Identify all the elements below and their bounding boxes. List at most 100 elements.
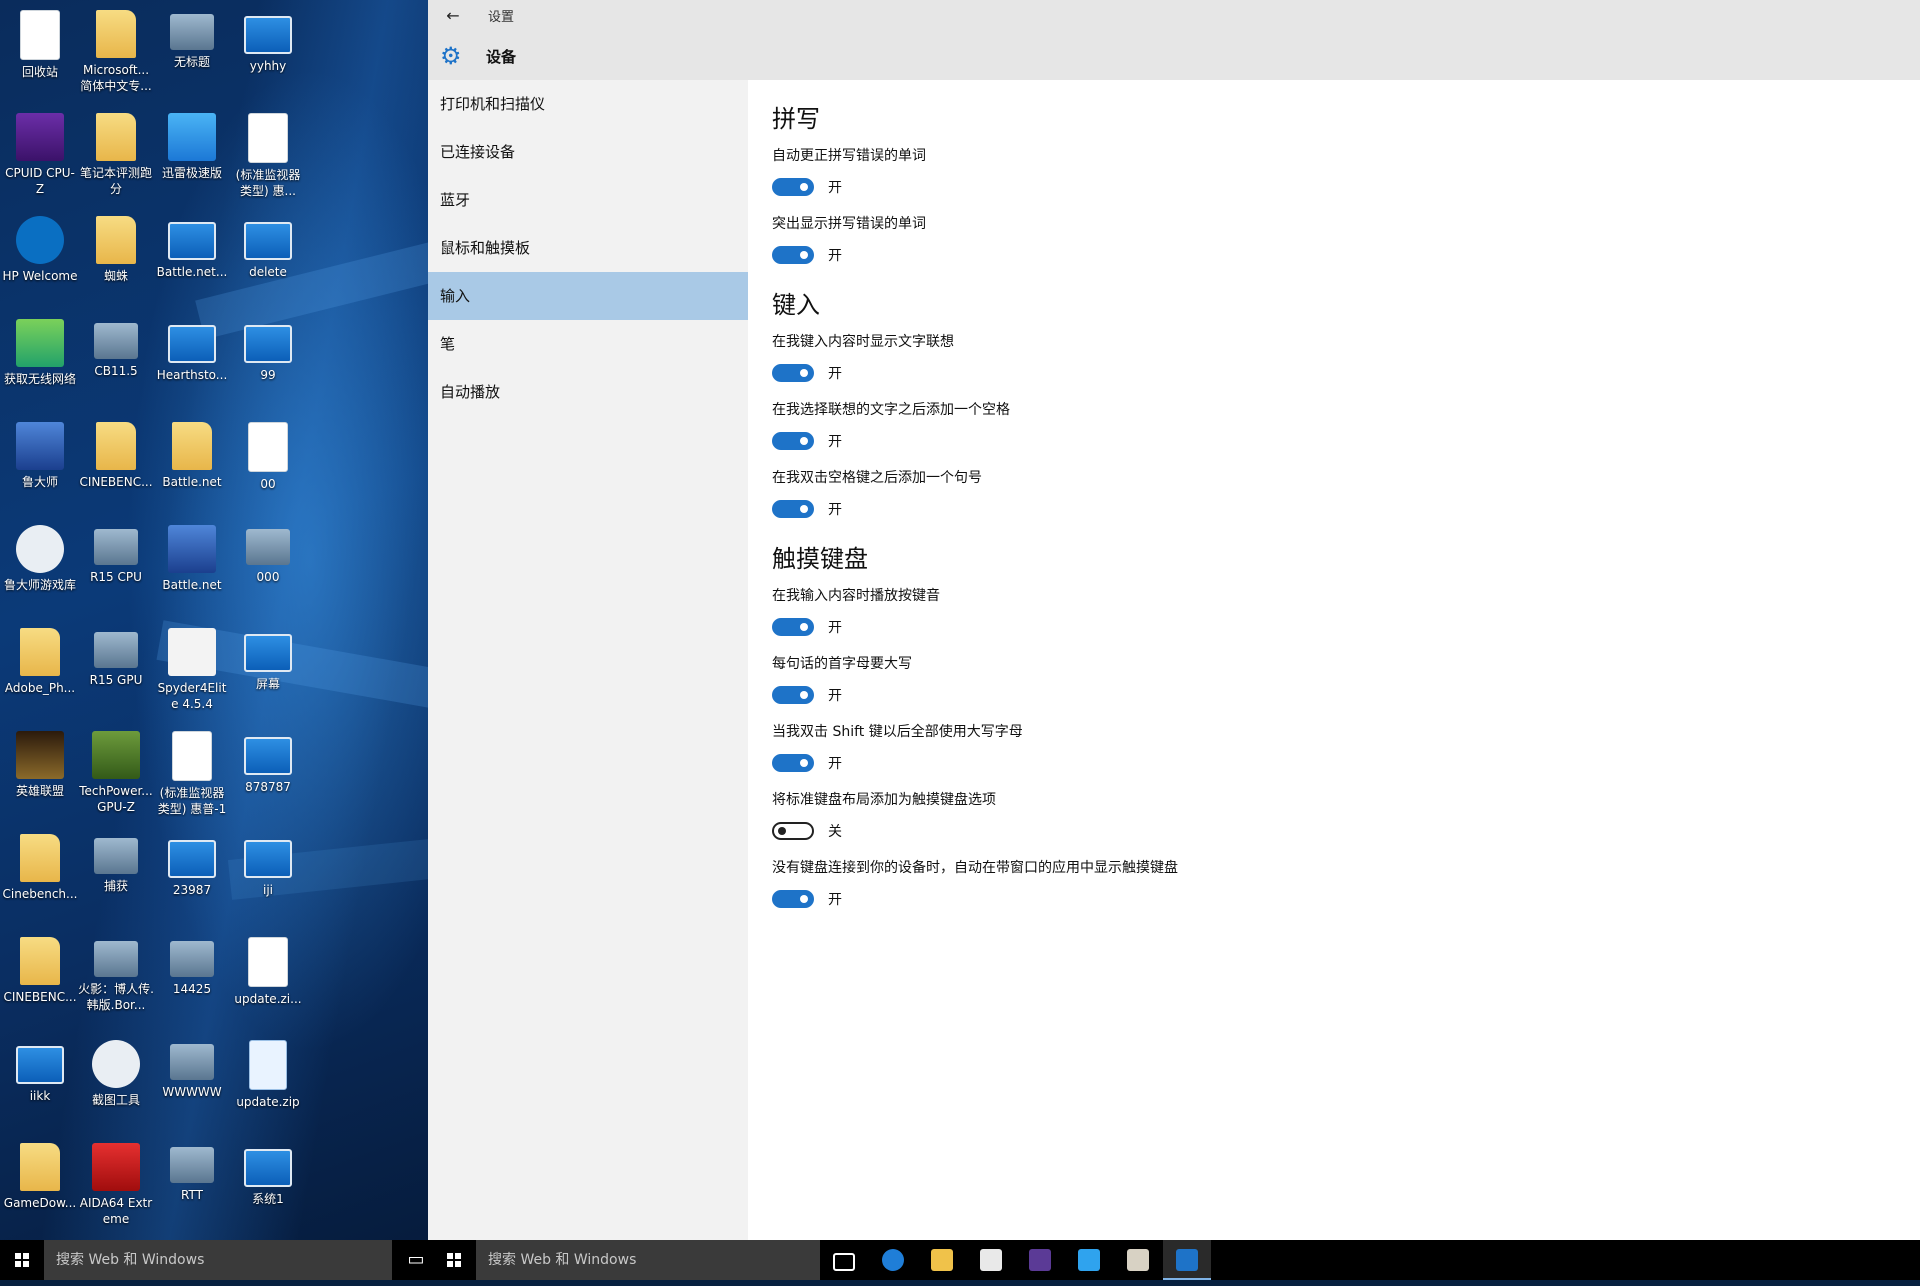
desktop-icon[interactable]: HP Welcome — [2, 210, 78, 284]
desktop-icon[interactable]: 迅雷极速版 — [154, 107, 230, 181]
sidebar-item[interactable]: 打印机和扫描仪 — [428, 80, 748, 128]
store-icon[interactable] — [967, 1240, 1015, 1280]
desktop-icon[interactable]: update.zip — [230, 1034, 306, 1110]
desktop-icon[interactable]: (标准监视器类型) 惠普-1 — [154, 725, 230, 817]
desktop-icon[interactable]: CINEBENC... — [78, 416, 154, 490]
xunlei-icon[interactable] — [1065, 1240, 1113, 1280]
desktop-icon[interactable]: Cinebench... — [2, 828, 78, 902]
desktop-icon[interactable]: 878787 — [230, 725, 306, 795]
battlenet-icon — [168, 525, 216, 573]
sidebar-item[interactable]: 已连接设备 — [428, 128, 748, 176]
desktop-icon[interactable]: 笔记本评测跑分 — [78, 107, 154, 197]
cpuz-icon[interactable] — [1016, 1240, 1064, 1280]
zip-folder-icon — [20, 628, 60, 676]
desktop-icon[interactable]: 捕获 — [78, 828, 154, 894]
window-icon — [16, 1046, 64, 1084]
settings-content: 拼写 自动更正拼写错误的单词开突出显示拼写错误的单词开键入 在我键入内容时显示文字联… — [772, 80, 1892, 1240]
desktop-icon[interactable]: 屏幕 — [230, 622, 306, 692]
sidebar-item[interactable]: 自动播放 — [428, 368, 748, 416]
screenshot-icon — [94, 323, 138, 359]
desktop-icon[interactable]: 000 — [230, 519, 306, 585]
desktop-icon[interactable]: 99 — [230, 313, 306, 383]
desktop-icon[interactable]: 14425 — [154, 931, 230, 997]
desktop-icon[interactable]: Spyder4Elite 4.5.4 — [154, 622, 230, 712]
desktop-icon[interactable]: Hearthsto... — [154, 313, 230, 383]
desktop-icon[interactable]: yyhhy — [230, 4, 306, 74]
toggle-switch[interactable] — [772, 890, 814, 908]
toggle-switch[interactable] — [772, 686, 814, 704]
desktop-icon[interactable]: 鲁大师 — [2, 416, 78, 490]
start-button[interactable] — [0, 1240, 44, 1280]
toggle-switch[interactable] — [772, 432, 814, 450]
edge-icon[interactable] — [869, 1240, 917, 1280]
start-button-2[interactable] — [432, 1240, 476, 1280]
task-view-icon[interactable] — [820, 1240, 868, 1280]
desktop-icon[interactable]: 火影：博人传.韩版.Bor... — [78, 931, 154, 1013]
folder-icon — [20, 1143, 60, 1191]
desktop-icon[interactable]: 获取无线网络 — [2, 313, 78, 387]
desktop-icon[interactable]: Battle.net... — [154, 210, 230, 280]
desktop-icon[interactable]: 回收站 — [2, 4, 78, 80]
desktop-icon[interactable]: 鲁大师游戏库 — [2, 519, 78, 593]
desktop-icon[interactable]: CINEBENC... — [2, 931, 78, 1005]
toggle-switch[interactable] — [772, 822, 814, 840]
desktop-icon[interactable]: 无标题 — [154, 4, 230, 70]
desktop-icon[interactable]: 23987 — [154, 828, 230, 898]
toggle-switch[interactable] — [772, 178, 814, 196]
desktop-icon[interactable]: iikk — [2, 1034, 78, 1104]
folder-icon — [96, 216, 136, 264]
desktop-icon[interactable]: 系统1 — [230, 1137, 306, 1207]
taskbar-search-box-2[interactable]: 搜索 Web 和 Windows — [476, 1240, 820, 1280]
taskbar-search-box[interactable]: 搜索 Web 和 Windows — [44, 1240, 392, 1280]
desktop-icon[interactable]: CB11.5 — [78, 313, 154, 379]
desktop-icon[interactable]: Battle.net — [154, 519, 230, 593]
toggle-switch[interactable] — [772, 364, 814, 382]
back-arrow-icon[interactable]: ← — [438, 4, 468, 28]
desktop-icon-label: R15 GPU — [89, 673, 143, 687]
screenshot-icon — [170, 941, 214, 977]
gear-icon: ⚙ — [440, 42, 462, 70]
window-icon — [168, 222, 216, 260]
desktop-icon[interactable]: Battle.net — [154, 416, 230, 490]
desktop-icon[interactable]: (标准监视器类型) 惠... — [230, 107, 306, 199]
desktop-icon[interactable]: 蜘蛛 — [78, 210, 154, 284]
desktop-icon[interactable]: 00 — [230, 416, 306, 492]
desktop-icon-label: 火影：博人传.韩版.Bor... — [78, 982, 154, 1012]
desktop-icon[interactable]: RTT — [154, 1137, 230, 1203]
desktop-icon[interactable]: delete — [230, 210, 306, 280]
toggle-row: 开 — [772, 616, 1892, 638]
desktop-icon[interactable]: CPUID CPU-Z — [2, 107, 78, 197]
window-icon — [244, 325, 292, 363]
toggle-state-label: 关 — [828, 824, 842, 840]
toggle-switch[interactable] — [772, 500, 814, 518]
desktop-icon[interactable]: 英雄联盟 — [2, 725, 78, 799]
temp-file-icon — [249, 1040, 287, 1090]
sidebar-item[interactable]: 输入 — [428, 272, 748, 320]
toggle-switch[interactable] — [772, 618, 814, 636]
sidebar-item[interactable]: 笔 — [428, 320, 748, 368]
file-explorer-icon[interactable] — [918, 1240, 966, 1280]
desktop-icon[interactable]: GameDow... — [2, 1137, 78, 1211]
desktop-icon[interactable]: iji — [230, 828, 306, 898]
toggle-switch[interactable] — [772, 754, 814, 772]
section-title: 键入 — [772, 291, 820, 319]
desktop-icon[interactable]: AIDA64 Extreme — [78, 1137, 154, 1227]
desktop-icon[interactable]: update.zi... — [230, 931, 306, 1007]
window-icon — [244, 840, 292, 878]
toggle-knob — [800, 183, 808, 191]
settings-icon[interactable] — [1163, 1240, 1211, 1280]
desktop-icon[interactable]: R15 CPU — [78, 519, 154, 585]
paint-icon[interactable] — [1114, 1240, 1162, 1280]
desktop-icon[interactable]: 截图工具 — [78, 1034, 154, 1108]
desktop-icon[interactable]: Microsoft... 简体中文专... — [78, 4, 154, 94]
desktop-icon-label: 878787 — [245, 780, 291, 794]
desktop-icon[interactable]: WWWWW — [154, 1034, 230, 1100]
desktop-icon[interactable]: TechPower... GPU-Z — [78, 725, 154, 815]
toggle-state-label: 开 — [828, 688, 842, 704]
sidebar-item[interactable]: 蓝牙 — [428, 176, 748, 224]
sidebar-item[interactable]: 鼠标和触摸板 — [428, 224, 748, 272]
desktop-icon[interactable]: Adobe_Ph... — [2, 622, 78, 696]
toggle-switch[interactable] — [772, 246, 814, 264]
setting-label: 每句话的首字母要大写 — [772, 656, 912, 672]
desktop-icon[interactable]: R15 GPU — [78, 622, 154, 688]
